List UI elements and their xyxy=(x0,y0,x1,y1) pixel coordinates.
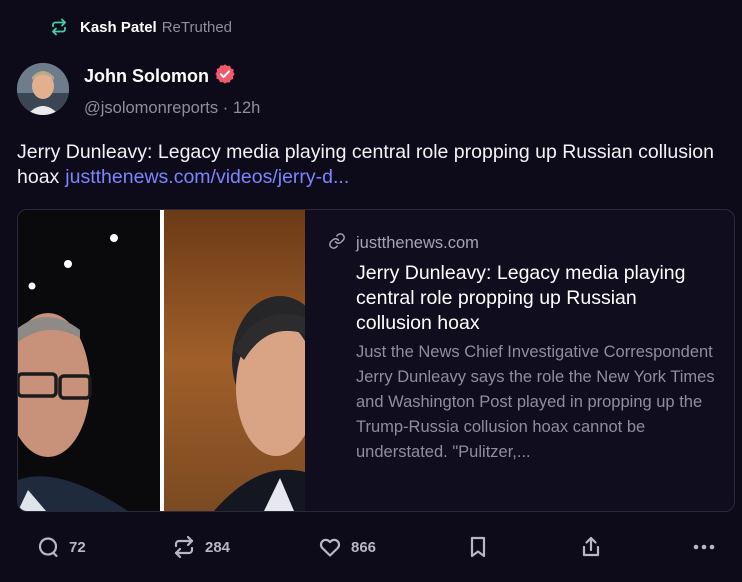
retruth-icon xyxy=(50,18,68,36)
post-author: John Solomon @jsolomonreports · 12h xyxy=(84,63,260,118)
more-icon xyxy=(692,535,716,559)
heart-icon xyxy=(318,535,342,559)
more-button[interactable] xyxy=(692,535,716,559)
post-time[interactable]: 12h xyxy=(233,99,261,117)
card-body: justthenews.com Jerry Dunleavy: Legacy m… xyxy=(329,232,716,465)
reply-button[interactable]: 72 xyxy=(36,535,86,559)
meta-separator: · xyxy=(222,99,233,117)
reply-icon xyxy=(36,535,60,559)
verified-badge-icon xyxy=(214,63,236,90)
retruth-count: 284 xyxy=(205,538,231,556)
card-title: Jerry Dunleavy: Legacy media playing cen… xyxy=(356,262,686,334)
share-icon xyxy=(579,535,603,559)
author-handle[interactable]: @jsolomonreports xyxy=(84,99,218,117)
bookmark-icon xyxy=(467,535,489,559)
card-thumbnail xyxy=(18,210,305,511)
retruth-user-name[interactable]: Kash Patel xyxy=(80,19,157,36)
post-text: Jerry Dunleavy: Legacy media playing cen… xyxy=(17,140,717,190)
author-name[interactable]: John Solomon xyxy=(84,66,209,87)
retruth-label: ReTruthed xyxy=(161,18,233,36)
card-domain-line: justthenews.com xyxy=(328,232,479,255)
avatar[interactable] xyxy=(17,63,69,115)
action-bar: 72 284 866 xyxy=(0,535,742,567)
reply-count: 72 xyxy=(69,538,86,556)
bookmark-button[interactable] xyxy=(467,535,489,559)
share-button[interactable] xyxy=(579,535,603,559)
link-icon xyxy=(328,232,346,255)
retruth-button[interactable]: 284 xyxy=(172,535,230,559)
like-button[interactable]: 866 xyxy=(318,535,376,559)
link-preview-card[interactable]: justthenews.com Jerry Dunleavy: Legacy m… xyxy=(17,209,735,512)
card-description: Just the News Chief Investigative Corres… xyxy=(356,343,715,461)
author-meta: @jsolomonreports · 12h xyxy=(84,99,260,118)
retruth-header: Kash Patel ReTruthed xyxy=(50,18,232,36)
retruth-icon xyxy=(172,535,196,559)
post-link[interactable]: justthenews.com/videos/jerry-d... xyxy=(65,166,349,188)
like-count: 866 xyxy=(351,538,377,556)
card-domain: justthenews.com xyxy=(356,234,479,252)
